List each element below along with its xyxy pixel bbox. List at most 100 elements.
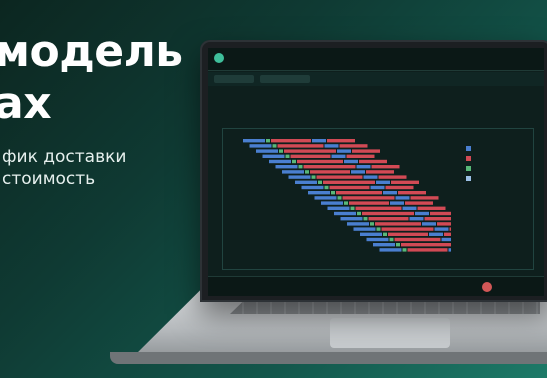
gantt-bar (366, 237, 389, 242)
gantt-bar (298, 165, 303, 169)
legend-swatch (466, 176, 471, 181)
gantt-bar (368, 217, 409, 221)
gantt-bar (297, 159, 343, 164)
gantt-bar (355, 206, 402, 210)
gantt-bar (292, 159, 296, 164)
gantt-bar (271, 139, 311, 143)
gantt-bar (402, 206, 417, 210)
legend-swatch (466, 146, 471, 151)
legend-swatch (466, 156, 471, 161)
gantt-bar (337, 149, 351, 153)
gantt-bar (349, 201, 389, 205)
gantt-bar (321, 201, 343, 205)
gantt-bar (316, 175, 363, 179)
gantt-bar (327, 139, 355, 143)
gantt-bar (266, 139, 270, 143)
gantt-bar (375, 222, 421, 226)
app-topbar (208, 48, 544, 71)
gantt-bar (347, 222, 369, 226)
gantt-bar (383, 232, 387, 236)
gantt-bar (402, 248, 407, 252)
gantt-bar (353, 227, 376, 231)
subtitle-line-2: стоимость (2, 169, 96, 189)
gantt-bar (449, 227, 451, 231)
gantt-bar (379, 248, 402, 252)
gantt-bar (256, 149, 278, 153)
gantt-bar (324, 144, 339, 148)
gantt-bar (422, 222, 436, 226)
gantt-bar (395, 196, 410, 200)
subtitle-line-1: фик доставки (2, 147, 127, 167)
legend-swatch (466, 166, 471, 171)
headline-line-1: модель (0, 26, 183, 77)
gantt-bar (437, 222, 451, 226)
gantt-bar (272, 144, 277, 148)
laptop-trackpad (330, 318, 450, 348)
gantt-bar (310, 170, 350, 174)
gantt-bar (376, 180, 390, 184)
gantt-bar (285, 154, 290, 158)
gantt-bar (288, 175, 311, 179)
gantt-bar (381, 227, 434, 231)
laptop-lid (200, 40, 547, 302)
headline: модель ах (0, 26, 183, 130)
gantt-bar (312, 139, 326, 143)
gantt-bar (295, 180, 317, 184)
gantt-bar (334, 211, 356, 216)
gantt-bar (284, 149, 336, 153)
gantt-bar (388, 232, 428, 236)
gantt-bar (378, 175, 407, 179)
chart-legend (466, 142, 522, 192)
gantt-bar (448, 248, 451, 252)
gantt-bar (444, 232, 451, 236)
gantt-bar (303, 165, 356, 169)
gantt-bar (337, 196, 342, 200)
gantt-bar (243, 139, 265, 143)
gantt-bar (262, 154, 285, 158)
gantt-bar (401, 243, 451, 247)
gantt-bar (331, 191, 335, 195)
gantt-bar (398, 191, 426, 195)
gantt-bar (366, 170, 394, 174)
gantt-bar (360, 232, 382, 236)
laptop-base-front (110, 352, 547, 364)
gantt-bar (373, 243, 395, 247)
gantt-bar (314, 196, 337, 200)
gantt-bar (282, 170, 304, 174)
gantt-bar (346, 154, 375, 158)
gantt-bar (340, 217, 363, 221)
gantt-bar (430, 211, 451, 216)
gantt-bar (363, 217, 368, 221)
gantt-bar (363, 175, 378, 179)
gantt-bar (391, 180, 419, 184)
gantt-bar (356, 165, 371, 169)
gantt-bar (275, 165, 298, 169)
gantt-bar (336, 191, 382, 195)
avatar (482, 282, 492, 292)
gantt-bar (357, 211, 361, 216)
gantt-bar (339, 144, 368, 148)
gantt-bar (327, 206, 350, 210)
gantt-bar (350, 206, 355, 210)
gantt-bar (329, 185, 370, 190)
app-logo-icon (214, 53, 224, 63)
gantt-bar (359, 159, 387, 164)
gantt-bar (383, 191, 397, 195)
gantt-bar (410, 196, 439, 200)
gantt-bar (249, 144, 272, 148)
gantt-bar (429, 232, 443, 236)
app-footer (208, 276, 544, 296)
gantt-bar (405, 201, 433, 205)
gantt-bar (269, 159, 291, 164)
gantt-bar (376, 227, 381, 231)
gantt-bar (342, 196, 395, 200)
gantt-bar (318, 180, 322, 184)
gantt-bar (311, 175, 316, 179)
gantt-bar (290, 154, 331, 158)
gantt-bar (370, 185, 385, 190)
gantt-bar (394, 237, 441, 242)
gantt-bar (344, 201, 348, 205)
gantt-bar (370, 222, 374, 226)
gantt-bar (415, 211, 429, 216)
gantt-bar (371, 165, 400, 169)
